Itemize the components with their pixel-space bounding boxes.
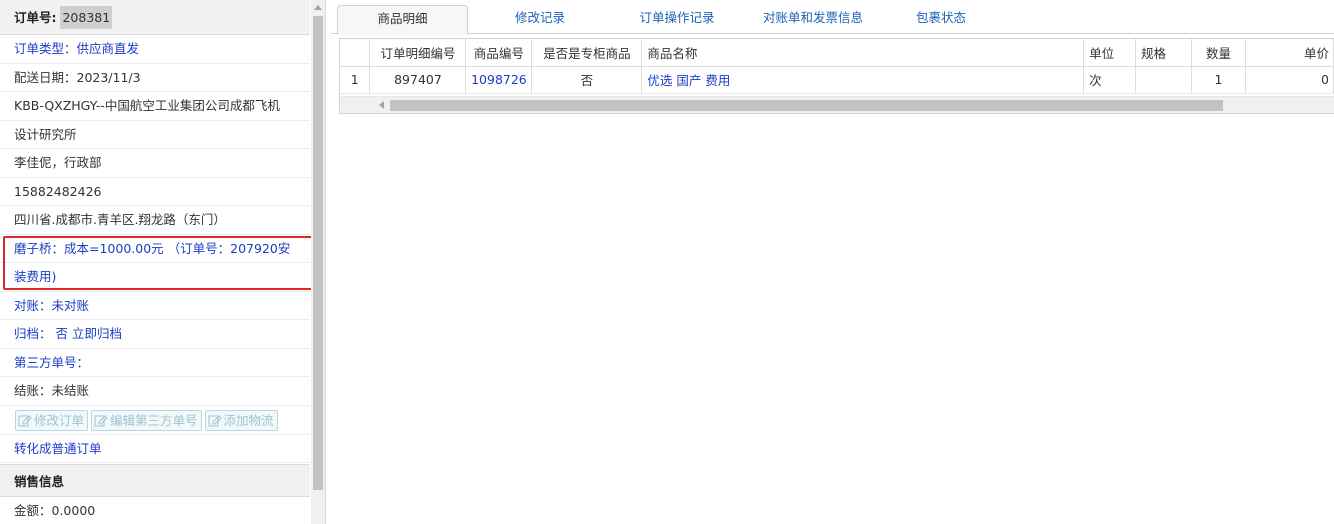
cell-unit-price: 0 xyxy=(1245,66,1334,94)
sales-amount: 金额：0.0000 xyxy=(0,497,310,524)
table-header-row: 订单明细编号 商品编号 是否是专柜商品 商品名称 单位 规格 数量 单价 xyxy=(340,39,1334,67)
cell-product-no-link[interactable]: 1098726 xyxy=(465,66,533,94)
edit-third-party-label: 编辑第三方单号 xyxy=(110,412,198,428)
sales-info-title: 销售信息 xyxy=(0,464,310,497)
tab-product-details[interactable]: 商品明细 xyxy=(337,5,468,35)
order-info-list: 订单号: 208381 订单类型：供应商直发 配送日期：2023/11/3 KB… xyxy=(0,0,310,524)
supplier-cost-line1: 磨子桥：成本=1000.00元 （订单号：207920安 xyxy=(0,235,310,263)
order-action-buttons: 修改订单 编辑第三方单号 添加物流 xyxy=(0,406,310,435)
edit-icon xyxy=(208,414,222,426)
tab-statement-invoice[interactable]: 对账单和发票信息 xyxy=(750,5,876,34)
col-header-product-no[interactable]: 商品编号 xyxy=(465,39,533,67)
order-type: 订单类型：供应商直发 xyxy=(0,35,310,64)
cell-product-name-link[interactable]: 优选 国产 费用 xyxy=(641,66,1085,94)
edit-third-party-button[interactable]: 编辑第三方单号 xyxy=(91,409,202,431)
tab-package-status[interactable]: 包裹状态 xyxy=(891,5,991,34)
col-header-counter-item[interactable]: 是否是专柜商品 xyxy=(531,39,643,67)
convert-to-normal-order-link[interactable]: 转化成普通订单 xyxy=(0,435,310,463)
third-party-number: 第三方单号： xyxy=(0,349,310,377)
col-header-index xyxy=(340,39,371,67)
col-header-unit[interactable]: 单位 xyxy=(1083,39,1137,67)
scroll-left-arrow-icon[interactable] xyxy=(374,97,388,113)
order-number-row: 订单号: 208381 xyxy=(0,0,310,35)
cell-spec xyxy=(1135,66,1192,94)
col-header-unit-price[interactable]: 单价 xyxy=(1245,39,1334,67)
scroll-up-arrow-icon[interactable] xyxy=(311,0,325,14)
product-detail-table: 订单明细编号 商品编号 是否是专柜商品 商品名称 单位 规格 数量 单价 1 8… xyxy=(340,39,1334,94)
supplier-cost-line2: 装费用) xyxy=(0,263,310,292)
customer-name-line1: KBB-QXZHGY--中国航空工业集团公司成都飞机 xyxy=(0,92,310,121)
cell-quantity: 1 xyxy=(1191,66,1246,94)
edit-icon xyxy=(18,414,32,426)
product-detail-grid: 订单明细编号 商品编号 是否是专柜商品 商品名称 单位 规格 数量 单价 1 8… xyxy=(339,38,1334,114)
col-header-detail-no[interactable]: 订单明细编号 xyxy=(369,39,467,67)
detail-panel: 商品明细 修改记录 订单操作记录 对账单和发票信息 包裹状态 订单明细编号 商品… xyxy=(331,0,1334,524)
contact-person: 李佳伲，行政部 xyxy=(0,149,310,178)
cell-detail-no: 897407 xyxy=(369,66,467,94)
order-info-panel: 订单号: 208381 订单类型：供应商直发 配送日期：2023/11/3 KB… xyxy=(0,0,326,524)
contact-phone: 15882482426 xyxy=(0,178,310,206)
reconcile-status[interactable]: 对账：未对账 xyxy=(0,292,310,320)
detail-tabs: 商品明细 修改记录 订单操作记录 对账单和发票信息 包裹状态 xyxy=(331,0,1334,35)
archive-status[interactable]: 归档： 否 立即归档 xyxy=(0,320,310,349)
scrollbar-thumb[interactable] xyxy=(313,16,323,490)
customer-name-line2: 设计研究所 xyxy=(0,121,310,149)
tab-change-log[interactable]: 修改记录 xyxy=(481,5,599,34)
col-header-product-name[interactable]: 商品名称 xyxy=(641,39,1085,67)
left-panel-scrollbar[interactable] xyxy=(311,0,325,524)
delivery-date: 配送日期：2023/11/3 xyxy=(0,64,310,92)
delivery-address: 四川省.成都市.青羊区.翔龙路（东门） xyxy=(0,206,310,235)
settlement-status: 结账：未结账 xyxy=(0,377,310,406)
grid-horizontal-scrollbar[interactable] xyxy=(340,96,1334,113)
add-logistics-button[interactable]: 添加物流 xyxy=(204,409,278,431)
add-logistics-label: 添加物流 xyxy=(223,412,274,428)
cell-unit: 次 xyxy=(1083,66,1137,94)
col-header-quantity[interactable]: 数量 xyxy=(1191,39,1246,67)
edit-order-label: 修改订单 xyxy=(34,412,85,428)
edit-order-button[interactable]: 修改订单 xyxy=(15,409,89,431)
table-row[interactable]: 1 897407 1098726 否 优选 国产 费用 次 1 0 xyxy=(340,66,1334,94)
row-index: 1 xyxy=(340,66,371,94)
order-number-value: 208381 xyxy=(60,6,113,29)
tab-order-operation-log[interactable]: 订单操作记录 xyxy=(613,5,741,34)
edit-icon xyxy=(94,414,108,426)
order-number-label: 订单号: xyxy=(14,10,57,25)
horizontal-scrollbar-thumb[interactable] xyxy=(390,100,1223,111)
col-header-spec[interactable]: 规格 xyxy=(1135,39,1192,67)
cell-counter-item: 否 xyxy=(531,66,643,94)
